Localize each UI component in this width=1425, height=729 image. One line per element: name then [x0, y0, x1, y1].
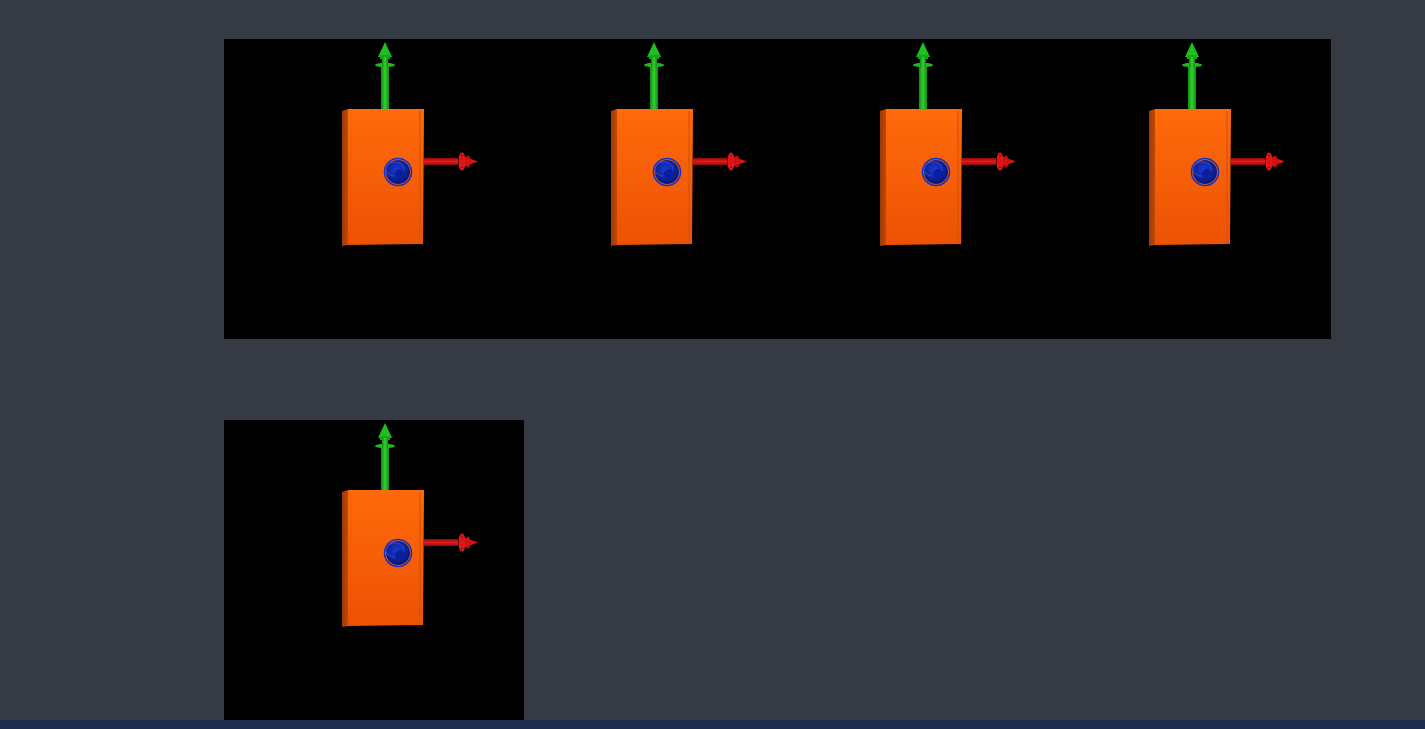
app-root	[0, 0, 1425, 729]
render-frame-1[interactable]	[224, 39, 524, 339]
render-frame-4[interactable]	[1031, 39, 1331, 339]
render-frame-3[interactable]	[762, 39, 1062, 339]
render-single[interactable]	[224, 420, 524, 720]
box-with-axes-icon	[610, 41, 748, 247]
box-with-axes-icon	[1148, 41, 1286, 247]
render-strip[interactable]	[224, 39, 1331, 339]
render-frame-2[interactable]	[493, 39, 793, 339]
box-with-axes-icon	[341, 41, 479, 247]
render-frame-5[interactable]	[224, 420, 524, 720]
box-with-axes-icon	[879, 41, 1017, 247]
status-bar	[0, 720, 1425, 729]
box-with-axes-icon	[341, 422, 479, 628]
